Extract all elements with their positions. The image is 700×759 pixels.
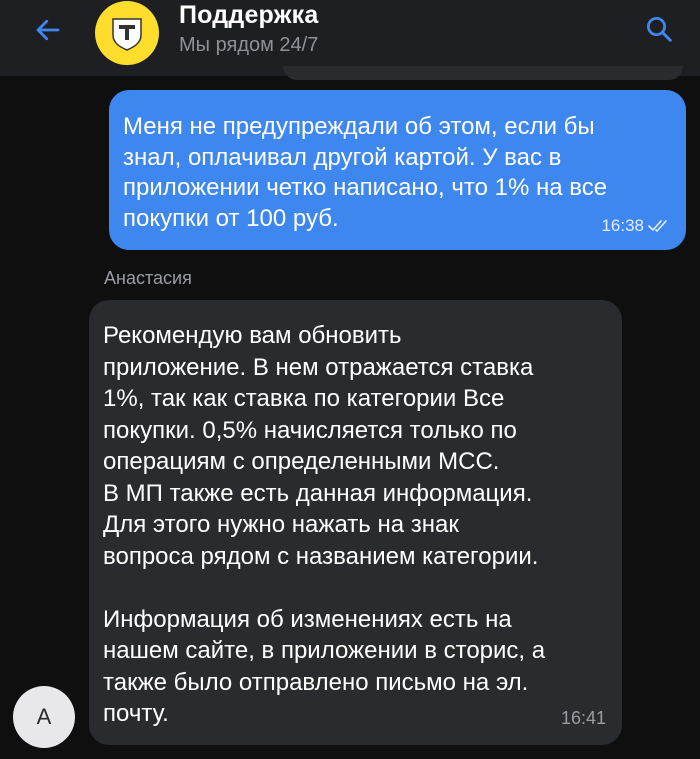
incoming-message[interactable]: Рекомендую вам обновить приложение. В не… — [89, 300, 622, 745]
arrow-left-icon — [36, 19, 60, 41]
back-button[interactable] — [26, 10, 70, 50]
message-text: Меня не предупреждали об этом, если бы з… — [123, 113, 608, 232]
double-check-icon — [648, 220, 667, 232]
message-meta: 16:38 — [601, 216, 670, 236]
sender-name: Анастасия — [104, 268, 192, 288]
message-time: 16:41 — [560, 708, 606, 728]
previous-message-edge — [283, 66, 683, 80]
tinkoff-logo-icon — [112, 18, 142, 51]
support-avatar[interactable] — [95, 1, 159, 65]
outgoing-message[interactable]: Меня не предупреждали об этом, если бы з… — [109, 90, 686, 250]
search-icon — [647, 17, 672, 42]
chat-header: Поддержка Мы рядом 24/7 — [0, 0, 700, 76]
message-text: Рекомендую вам обновить приложение. В не… — [103, 322, 546, 727]
chat-title: Поддержка — [179, 1, 319, 29]
search-button[interactable] — [638, 8, 680, 50]
chat-subtitle: Мы рядом 24/7 — [179, 34, 319, 56]
sender-avatar[interactable]: А — [13, 686, 75, 748]
message-time: 16:38 — [601, 216, 644, 235]
